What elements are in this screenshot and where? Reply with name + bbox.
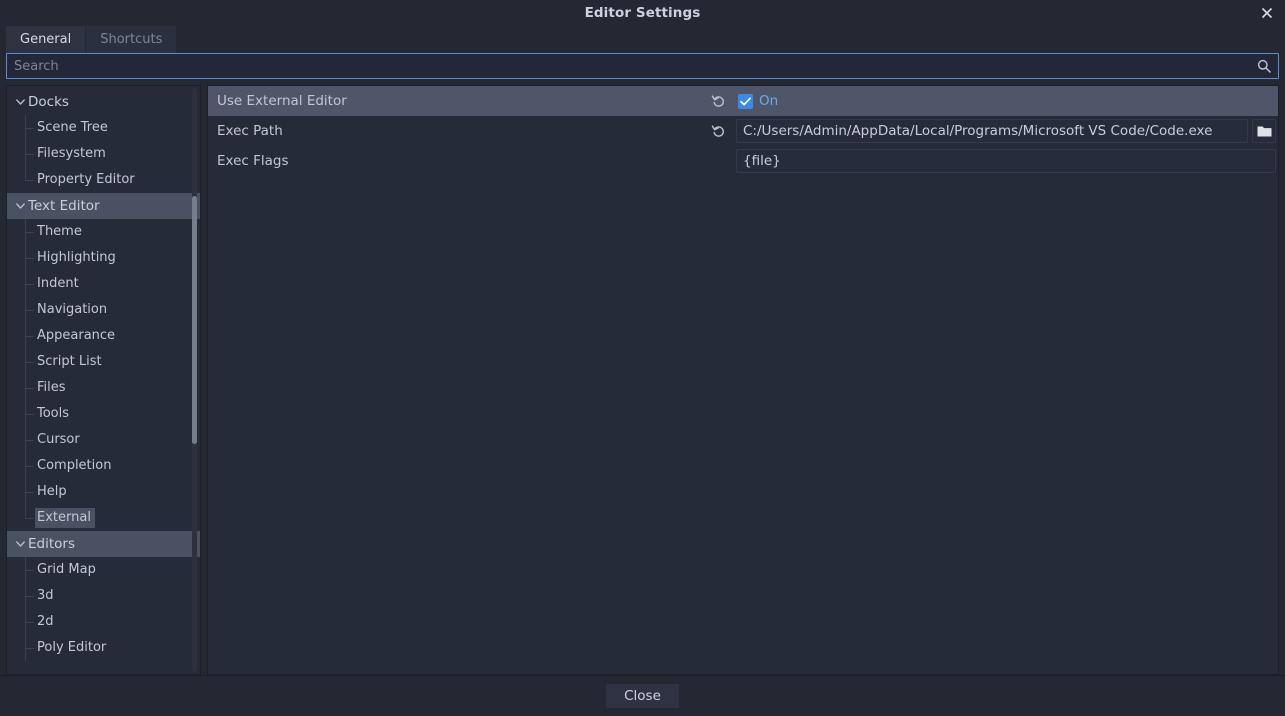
revert-icon[interactable] (711, 93, 727, 109)
tree-item-tools[interactable]: Tools (7, 401, 200, 427)
tree-item-label: Files (37, 380, 66, 395)
tree-item-label: Property Editor (37, 172, 135, 187)
window-title: Editor Settings (584, 5, 701, 21)
property-label: Exec Flags (217, 153, 289, 169)
tree-item-cursor[interactable]: Cursor (7, 427, 200, 453)
search-input[interactable] (6, 53, 1279, 79)
tree-item-2d[interactable]: 2d (7, 609, 200, 635)
tree-item-completion[interactable]: Completion (7, 453, 200, 479)
tab-shortcuts-label: Shortcuts (100, 32, 163, 47)
property-label: Exec Path (217, 123, 283, 139)
tree-item-3d[interactable]: 3d (7, 583, 200, 609)
property-row-use-external-editor: Use External Editor On (208, 86, 1278, 116)
property-name-cell: Use External Editor (208, 93, 736, 109)
tree-item-label: Indent (37, 276, 79, 291)
tree-item-label: Poly Editor (37, 640, 107, 655)
property-row-exec-flags: Exec Flags {file} (208, 146, 1278, 176)
title-bar: Editor Settings (0, 0, 1285, 26)
property-label: Use External Editor (217, 93, 347, 109)
close-button[interactable]: Close (606, 684, 679, 708)
tree-item-poly-editor[interactable]: Poly Editor (7, 635, 200, 661)
tree-item-grid-map[interactable]: Grid Map (7, 557, 200, 583)
tree-item-label: Tools (37, 406, 70, 421)
tree-item-label: Highlighting (37, 250, 116, 265)
tab-bar: General Shortcuts (0, 26, 1285, 53)
tree-item-filesystem[interactable]: Filesystem (7, 141, 200, 167)
dialog-body: Docks Scene Tree Filesystem Property Editor… (0, 79, 1285, 675)
close-icon[interactable] (1255, 1, 1279, 25)
tree-item-scene-tree[interactable]: Scene Tree (7, 115, 200, 141)
tree-item-label: Appearance (37, 328, 116, 343)
tree-item-external[interactable]: External (7, 505, 200, 531)
chevron-down-icon[interactable] (15, 539, 26, 550)
tree-item-script-list[interactable]: Script List (7, 349, 200, 375)
tree-item-label: Scene Tree (37, 120, 108, 135)
tab-general[interactable]: General (6, 26, 86, 53)
tab-general-label: General (20, 32, 72, 47)
tree-item-label: Filesystem (37, 146, 106, 161)
tree-item-files[interactable]: Files (7, 375, 200, 401)
tree-item-docks[interactable]: Docks (7, 89, 200, 115)
chevron-down-icon[interactable] (15, 97, 26, 108)
tab-shortcuts[interactable]: Shortcuts (86, 26, 177, 53)
revert-icon[interactable] (711, 123, 727, 139)
tree-item-label: Script List (37, 354, 102, 369)
tree-item-label: Theme (37, 224, 82, 239)
tree-item-text-editor[interactable]: Text Editor (7, 193, 200, 219)
property-rows: Use External Editor On Exec Path C:/Users/A… (208, 86, 1278, 176)
property-value-cell: {file} (736, 146, 1278, 176)
tree-item-help[interactable]: Help (7, 479, 200, 505)
tree-item-label: Help (37, 484, 67, 499)
property-row-exec-path: Exec Path C:/Users/Admin/AppData/Local/Pr… (208, 116, 1278, 146)
tree-item-label: Text Editor (28, 198, 100, 214)
exec-flags-input[interactable]: {file} (736, 149, 1276, 173)
tree-item-navigation[interactable]: Navigation (7, 297, 200, 323)
tree-item-label: Editors (28, 536, 75, 552)
tree-item-label: Grid Map (37, 562, 96, 577)
chevron-down-icon[interactable] (15, 201, 26, 212)
tree-item-label: External (35, 508, 95, 528)
property-name-cell: Exec Flags (208, 153, 736, 169)
search-bar (6, 53, 1279, 79)
tree-item-label: Completion (37, 458, 112, 473)
property-value-cell: C:/Users/Admin/AppData/Local/Programs/Mi… (736, 116, 1278, 146)
tree-item-label: Navigation (37, 302, 108, 317)
tree-item-appearance[interactable]: Appearance (7, 323, 200, 349)
tree-item-label: 2d (37, 614, 54, 629)
tree-item-label: Cursor (37, 432, 80, 447)
tree-item-highlighting[interactable]: Highlighting (7, 245, 200, 271)
tree-item-label: 3d (37, 588, 54, 603)
tree-root: Docks Scene Tree Filesystem Property Editor… (7, 86, 200, 661)
use-external-editor-checkbox[interactable]: On (736, 93, 778, 109)
check-icon (738, 93, 753, 109)
editor-settings-window: Editor Settings General Shortcuts Docks S… (0, 0, 1285, 716)
tree-item-indent[interactable]: Indent (7, 271, 200, 297)
tree-item-property-editor[interactable]: Property Editor (7, 167, 200, 193)
tree-scrollbar-thumb[interactable] (192, 196, 197, 444)
settings-category-tree: Docks Scene Tree Filesystem Property Editor… (6, 85, 201, 675)
property-name-cell: Exec Path (208, 123, 736, 139)
folder-icon[interactable] (1252, 119, 1276, 143)
dialog-footer: Close (0, 675, 1285, 716)
exec-path-input[interactable]: C:/Users/Admin/AppData/Local/Programs/Mi… (736, 119, 1248, 143)
checkbox-label: On (759, 93, 779, 109)
tree-item-label: Docks (28, 94, 69, 110)
tree-item-theme[interactable]: Theme (7, 219, 200, 245)
tree-item-editors[interactable]: Editors (7, 531, 200, 557)
settings-property-panel: Use External Editor On Exec Path C:/Users/A… (207, 85, 1279, 675)
property-value-cell: On (736, 86, 1278, 116)
